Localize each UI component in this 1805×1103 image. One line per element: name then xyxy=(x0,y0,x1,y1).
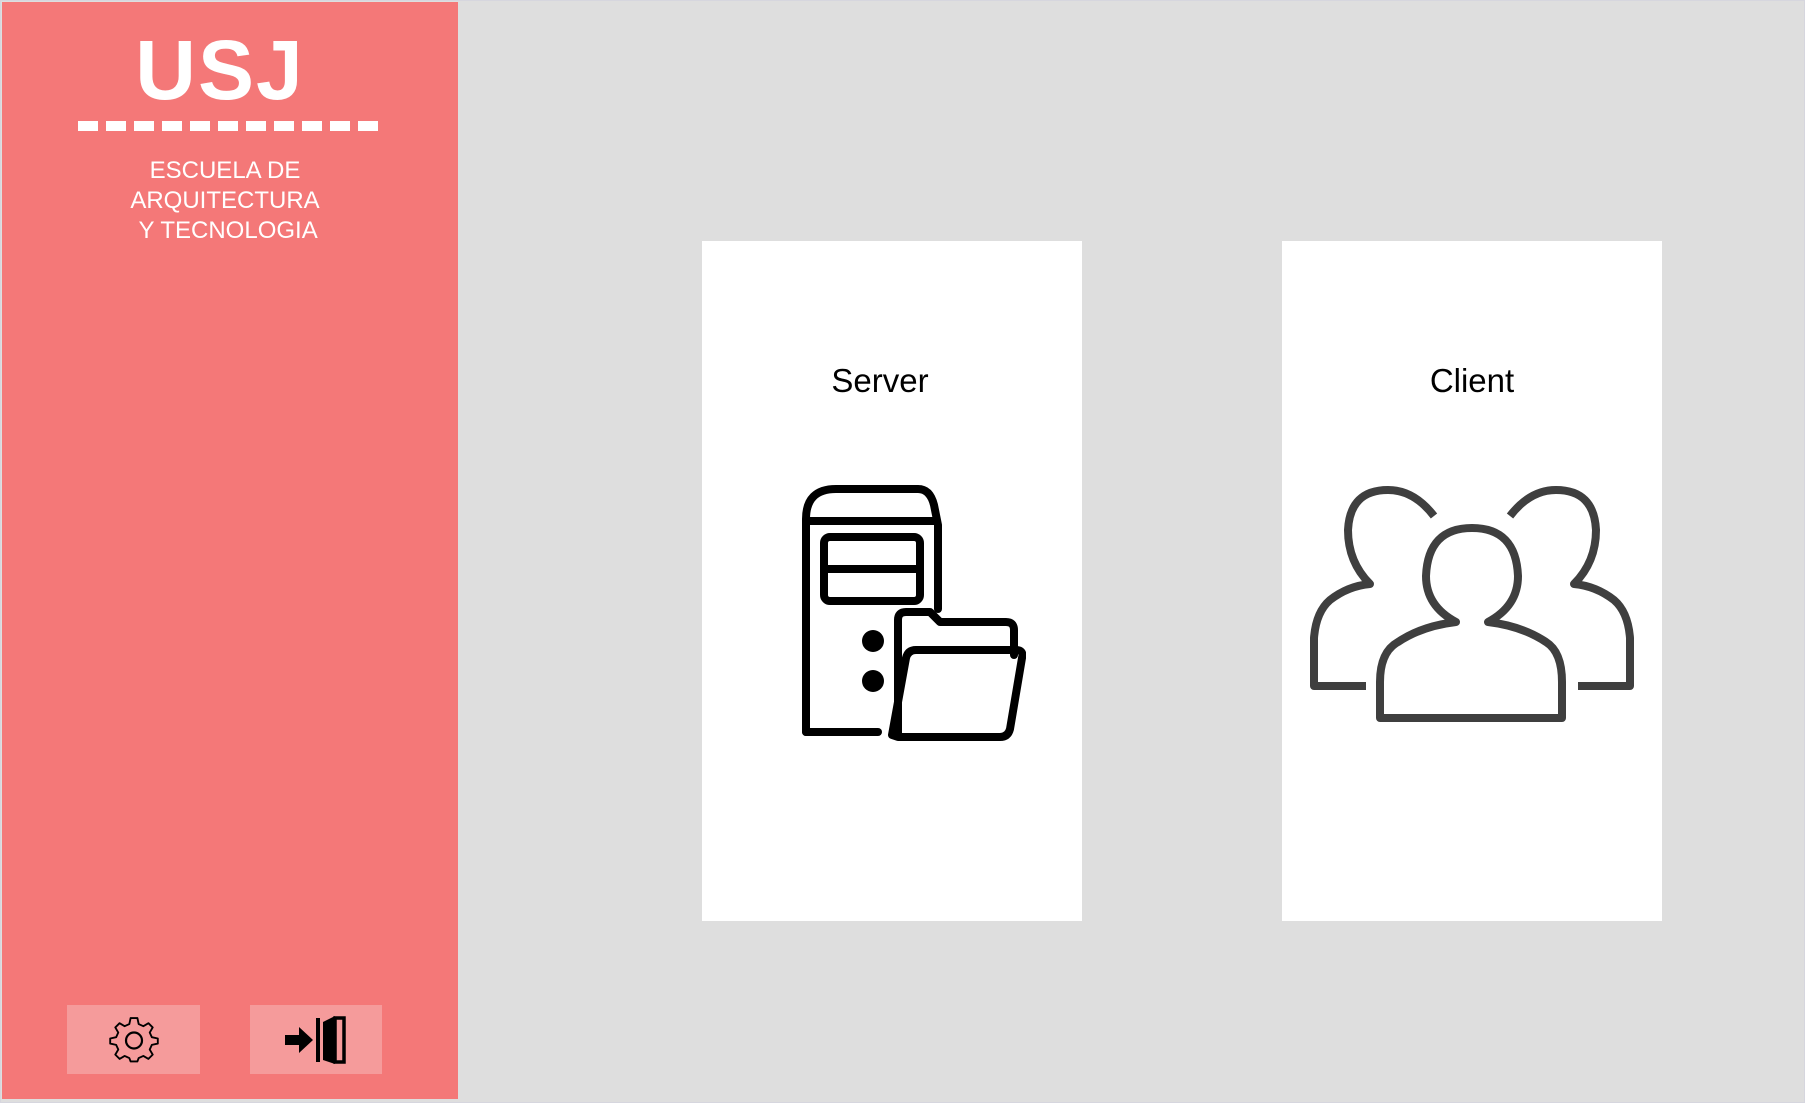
client-card-label: Client xyxy=(1429,362,1515,399)
exit-button[interactable] xyxy=(250,1005,382,1074)
logo-title: USJ xyxy=(135,23,305,117)
users-group-icon xyxy=(1310,486,1634,722)
settings-button[interactable] xyxy=(67,1005,200,1074)
gear-icon xyxy=(108,1016,159,1062)
server-card[interactable]: Server xyxy=(702,241,1082,921)
server-folder-icon xyxy=(802,485,1026,741)
door-enter-icon xyxy=(285,1015,346,1064)
server-card-label: Server xyxy=(831,362,929,399)
logo-dashed-rule xyxy=(78,121,382,131)
logo-subtitle: ESCUELA DE ARQUITECTURA Y TECNOLOGIA xyxy=(130,157,320,244)
client-card[interactable]: Client xyxy=(1282,241,1662,921)
sidebar: USJ ESCUELA DE ARQUITECTURA Y TECNOLOGIA xyxy=(2,2,458,1099)
